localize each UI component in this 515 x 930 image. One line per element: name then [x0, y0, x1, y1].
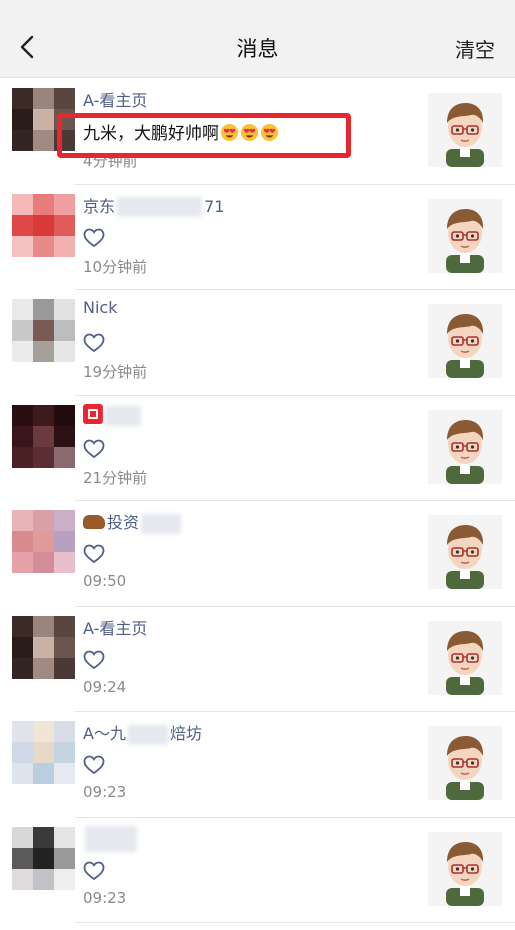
sender-name[interactable] — [83, 403, 143, 426]
timestamp: 10分钟前 — [83, 257, 148, 276]
heart-icon — [83, 228, 105, 247]
list-item[interactable]: 09:23 — [0, 818, 515, 924]
blurred-name-part — [127, 724, 168, 745]
cartoon-man-avatar-icon — [446, 419, 484, 484]
list-item[interactable]: 京东 71 10分钟前 — [0, 185, 515, 291]
highlight-box — [57, 113, 351, 158]
list-item[interactable]: A-看主页 09:24 — [0, 607, 515, 713]
list-item[interactable]: 21分钟前 — [0, 396, 515, 502]
timestamp: 09:23 — [83, 888, 127, 907]
timestamp: 09:24 — [83, 677, 127, 696]
blurred-name-part — [141, 513, 182, 534]
cartoon-man-avatar-icon — [446, 841, 484, 906]
post-thumbnail[interactable] — [428, 304, 502, 378]
avatar[interactable] — [12, 299, 75, 362]
avatar[interactable] — [12, 615, 75, 679]
heart-icon — [83, 439, 105, 458]
sender-name[interactable]: 投资 — [83, 509, 183, 534]
post-thumbnail[interactable] — [428, 726, 502, 800]
heart-icon — [83, 861, 105, 880]
page-title: 消息 — [236, 37, 279, 61]
list-item[interactable]: A～九 焙坊 09:23 — [0, 712, 515, 818]
cartoon-man-avatar-icon — [446, 103, 484, 167]
avatar[interactable] — [12, 826, 75, 890]
post-thumbnail[interactable] — [428, 198, 502, 273]
red-badge-icon — [83, 403, 103, 424]
timestamp: 09:23 — [83, 783, 127, 801]
sender-name-start: A～九 — [83, 724, 126, 743]
list-item[interactable]: Nick 19分钟前 — [0, 290, 515, 396]
sender-name-text: 投资 — [107, 513, 140, 532]
timestamp: 09:50 — [83, 572, 127, 590]
sender-name[interactable]: A-看主页 — [83, 615, 147, 639]
timestamp: 19分钟前 — [83, 363, 148, 381]
heart-icon — [83, 650, 105, 669]
post-thumbnail[interactable] — [428, 831, 502, 906]
sender-name[interactable] — [83, 825, 139, 852]
cow-emoji-icon — [83, 515, 105, 529]
blurred-name-part — [117, 197, 203, 217]
navigation-bar: 消息 清空 — [0, 14, 515, 78]
sender-name[interactable]: A～九 焙坊 — [83, 720, 202, 745]
post-thumbnail[interactable] — [428, 515, 502, 589]
post-thumbnail[interactable] — [428, 409, 502, 484]
cartoon-man-avatar-icon — [446, 525, 484, 589]
post-thumbnail[interactable] — [428, 93, 502, 167]
cartoon-man-avatar-icon — [446, 630, 484, 695]
sender-name-start: 京东 — [83, 196, 116, 216]
list-item[interactable]: 投资 09:50 — [0, 501, 515, 607]
blurred-name-part — [85, 825, 137, 852]
avatar[interactable] — [12, 721, 75, 784]
timestamp: 21分钟前 — [83, 468, 148, 487]
sender-name[interactable]: Nick — [83, 298, 117, 317]
sender-name[interactable]: 京东 71 — [83, 193, 225, 217]
avatar[interactable] — [12, 193, 75, 257]
avatar[interactable] — [12, 404, 75, 468]
heart-icon — [83, 755, 105, 775]
post-thumbnail[interactable] — [428, 620, 502, 695]
avatar[interactable] — [12, 510, 75, 573]
cartoon-man-avatar-icon — [446, 314, 484, 378]
blurred-name-part — [105, 406, 141, 426]
sender-name-end: 焙坊 — [169, 724, 202, 743]
message-list: A-看主页 九米，大鹏好帅啊 4分钟前 京东 71 10分钟前 Nick 19分… — [0, 79, 515, 923]
cartoon-man-avatar-icon — [446, 208, 484, 273]
clear-button[interactable]: 清空 — [455, 34, 495, 63]
status-bar — [0, 0, 515, 14]
heart-icon — [83, 544, 105, 564]
sender-name[interactable]: A-看主页 — [83, 87, 147, 111]
heart-icon — [83, 333, 105, 353]
cartoon-man-avatar-icon — [446, 736, 484, 800]
sender-name-end: 71 — [204, 196, 225, 216]
